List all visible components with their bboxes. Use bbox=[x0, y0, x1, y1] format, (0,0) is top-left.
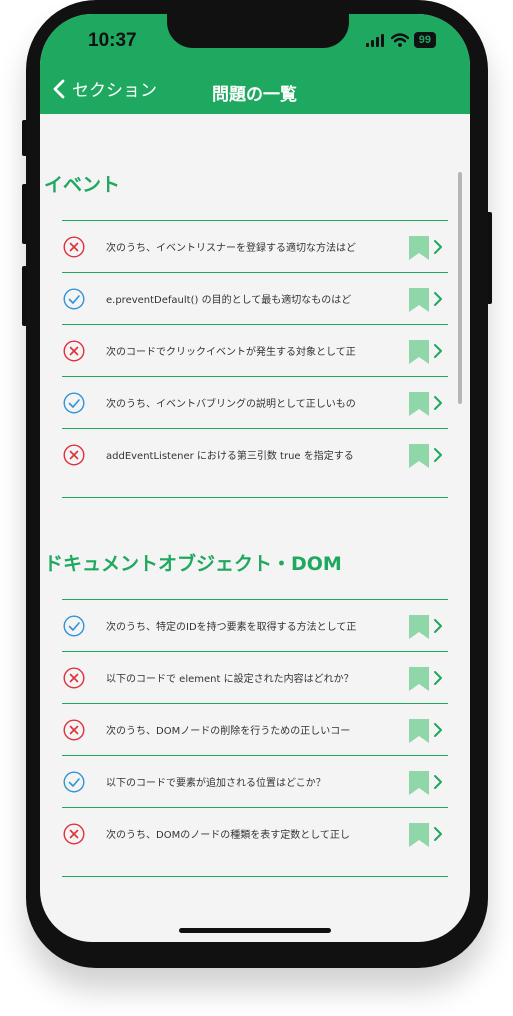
question-text: 次のうち、特定のIDを持つ要素を取得する方法として正 bbox=[106, 622, 357, 633]
question-text: e.preventDefault() の目的として最も適切なものはど bbox=[106, 295, 352, 306]
battery-icon: 99 bbox=[413, 32, 436, 48]
question-list[interactable]: イベント次のうち、イベントリスナーを登録する適切な方法はど e.preventDe… bbox=[40, 114, 470, 942]
question-row[interactable]: 次のうち、イベントリスナーを登録する適切な方法はど bbox=[62, 221, 448, 273]
bookmark-icon[interactable] bbox=[409, 771, 429, 795]
bookmark-icon[interactable] bbox=[409, 667, 429, 691]
wrong-x-icon bbox=[63, 823, 85, 845]
signal-icon bbox=[365, 33, 386, 47]
page-title: 問題の一覧 bbox=[212, 85, 297, 105]
section-title: イベント bbox=[44, 174, 121, 196]
bookmark-icon[interactable] bbox=[409, 823, 429, 847]
question-text: addEventListener における第三引数 true を指定する bbox=[106, 451, 354, 462]
question-text: 次のうち、イベントバブリングの説明として正しいもの bbox=[106, 399, 356, 410]
back-button[interactable]: セクション bbox=[52, 76, 157, 101]
wrong-x-icon bbox=[63, 667, 85, 689]
bookmark-icon[interactable] bbox=[409, 236, 429, 260]
wifi-icon bbox=[390, 33, 409, 47]
chevron-right-icon bbox=[433, 670, 443, 686]
wrong-x-icon bbox=[63, 340, 85, 362]
chevron-right-icon bbox=[433, 395, 443, 411]
chevron-right-icon bbox=[433, 774, 443, 790]
scrollbar[interactable] bbox=[458, 172, 462, 404]
question-row[interactable]: 次のコードでクリックイベントが発生する対象として正 bbox=[62, 325, 448, 377]
back-label: セクション bbox=[72, 81, 157, 101]
question-row[interactable]: e.preventDefault() の目的として最も適切なものはど bbox=[62, 273, 448, 325]
wrong-x-icon bbox=[63, 719, 85, 741]
question-row[interactable]: 次のうち、イベントバブリングの説明として正しいもの bbox=[62, 377, 448, 429]
question-row[interactable]: 次のうち、DOMノードの削除を行うための正しいコー bbox=[62, 704, 448, 756]
correct-check-icon bbox=[63, 771, 85, 793]
question-text: 以下のコードで element に設定された内容はどれか？ bbox=[106, 674, 354, 685]
section-end-divider bbox=[62, 497, 448, 498]
notch bbox=[167, 14, 349, 48]
question-text: 次のうち、DOMノードの削除を行うための正しいコー bbox=[106, 726, 351, 737]
chevron-right-icon bbox=[433, 447, 443, 463]
question-text: 次のうち、イベントリスナーを登録する適切な方法はど bbox=[106, 243, 356, 254]
correct-check-icon bbox=[63, 288, 85, 310]
chevron-right-icon bbox=[433, 291, 443, 307]
device-mockup: 10:37 99 セクション 問題の一覧 イベント 次のうち、イベントリスナーを… bbox=[0, 0, 513, 1016]
question-row[interactable]: 次のうち、特定のIDを持つ要素を取得する方法として正 bbox=[62, 600, 448, 652]
wrong-x-icon bbox=[63, 444, 85, 466]
section-end-divider bbox=[62, 876, 448, 877]
bookmark-icon[interactable] bbox=[409, 392, 429, 416]
correct-check-icon bbox=[63, 392, 85, 414]
question-text: 次のコードでクリックイベントが発生する対象として正 bbox=[106, 347, 356, 358]
chevron-right-icon bbox=[433, 618, 443, 634]
status-time: 10:37 bbox=[88, 30, 137, 51]
wrong-x-icon bbox=[63, 236, 85, 258]
bookmark-icon[interactable] bbox=[409, 288, 429, 312]
chevron-right-icon bbox=[433, 343, 443, 359]
bookmark-icon[interactable] bbox=[409, 719, 429, 743]
question-row[interactable]: 次のうち、DOMのノードの種類を表す定数として正し bbox=[62, 808, 448, 860]
question-row[interactable]: 以下のコードで element に設定された内容はどれか？ bbox=[62, 652, 448, 704]
question-text: 以下のコードで要素が追加される位置はどこか？ bbox=[106, 778, 326, 789]
chevron-left-icon bbox=[53, 79, 65, 98]
bookmark-icon[interactable] bbox=[409, 340, 429, 364]
chevron-right-icon bbox=[433, 239, 443, 255]
chevron-right-icon bbox=[433, 722, 443, 738]
screen: 10:37 99 セクション 問題の一覧 イベント 次のうち、イベントリスナーを… bbox=[40, 14, 470, 942]
correct-check-icon bbox=[63, 615, 85, 637]
question-row[interactable]: addEventListener における第三引数 true を指定する bbox=[62, 429, 448, 481]
section-title: ドキュメントオブジェクト・DOM bbox=[44, 553, 342, 575]
bookmark-icon[interactable] bbox=[409, 615, 429, 639]
bookmark-icon[interactable] bbox=[409, 444, 429, 468]
status-icons: 99 bbox=[365, 32, 436, 48]
question-text: 次のうち、DOMのノードの種類を表す定数として正し bbox=[106, 830, 350, 841]
question-row[interactable]: 以下のコードで要素が追加される位置はどこか？ bbox=[62, 756, 448, 808]
chevron-right-icon bbox=[433, 826, 443, 842]
home-indicator bbox=[179, 928, 331, 933]
app-header: 10:37 99 セクション 問題の一覧 bbox=[40, 14, 470, 114]
